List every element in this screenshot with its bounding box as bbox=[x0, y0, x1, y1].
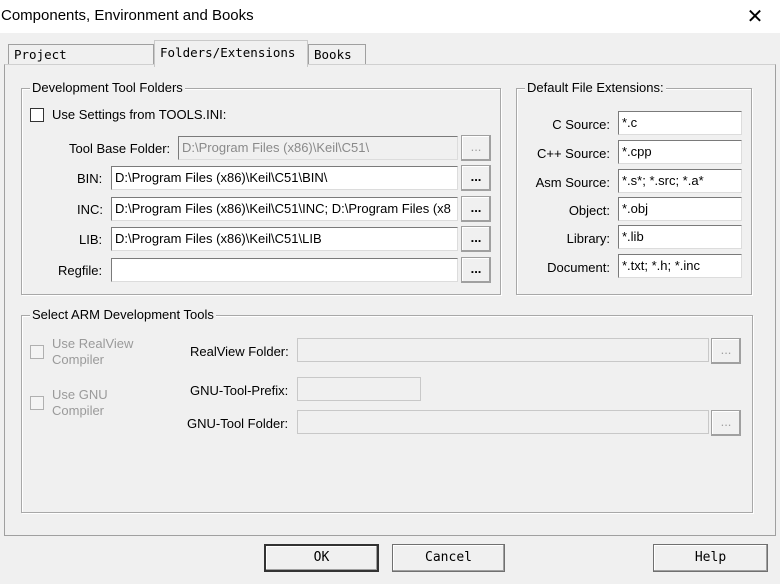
use-gnu-sub-label: Compiler bbox=[52, 403, 105, 418]
cpp-source-field[interactable]: *.cpp bbox=[618, 140, 742, 164]
use-gnu-checkbox bbox=[30, 396, 44, 410]
window-title: Components, Environment and Books bbox=[1, 7, 254, 24]
close-icon[interactable]: ✕ bbox=[742, 4, 768, 30]
cancel-button[interactable]: Cancel bbox=[392, 544, 505, 572]
lib-browse-button[interactable]: ... bbox=[461, 226, 491, 252]
object-field[interactable]: *.obj bbox=[618, 197, 742, 221]
asm-source-field[interactable]: *.s*; *.src; *.a* bbox=[618, 169, 742, 193]
title-bar: Components, Environment and Books ✕ bbox=[0, 0, 780, 33]
regfile-label: Regfile: bbox=[58, 263, 103, 278]
use-realview-sub-label: Compiler bbox=[52, 352, 105, 367]
use-realview-checkbox bbox=[30, 345, 44, 359]
use-realview-label: Use RealView bbox=[52, 336, 134, 351]
document-field[interactable]: *.txt; *.h; *.inc bbox=[618, 254, 742, 278]
tool-base-field: D:\Program Files (x86)\Keil\C51\ bbox=[178, 136, 458, 160]
bin-browse-button[interactable]: ... bbox=[461, 165, 491, 191]
help-button[interactable]: Help bbox=[653, 544, 768, 572]
lib-label: LIB: bbox=[79, 232, 103, 247]
realview-browse-button: ... bbox=[711, 338, 741, 364]
tool-base-browse-button: ... bbox=[461, 135, 491, 161]
tab-strip: Project Components Folders/Extensions Bo… bbox=[0, 40, 780, 82]
cpp-source-label: C++ Source: bbox=[537, 146, 610, 161]
bin-label: BIN: bbox=[77, 171, 103, 186]
lib-field[interactable]: D:\Program Files (x86)\Keil\C51\LIB bbox=[111, 227, 458, 251]
gnu-folder-field bbox=[297, 410, 709, 434]
library-label: Library: bbox=[566, 231, 610, 246]
document-label: Document: bbox=[547, 260, 610, 275]
gnu-prefix-field bbox=[297, 377, 421, 401]
realview-folder-label: RealView Folder: bbox=[190, 344, 289, 359]
group-label: Development Tool Folders bbox=[30, 80, 185, 95]
regfile-field[interactable] bbox=[111, 258, 458, 282]
inc-field[interactable]: D:\Program Files (x86)\Keil\C51\INC; D:\… bbox=[111, 197, 458, 221]
use-gnu-label: Use GNU bbox=[52, 387, 108, 402]
group-label: Default File Extensions: bbox=[525, 80, 666, 95]
tab-books[interactable]: Books bbox=[308, 44, 366, 66]
realview-folder-field bbox=[297, 338, 709, 362]
c-source-label: C Source: bbox=[552, 117, 610, 132]
library-field[interactable]: *.lib bbox=[618, 225, 742, 249]
group-label: Select ARM Development Tools bbox=[30, 307, 216, 322]
bin-field[interactable]: D:\Program Files (x86)\Keil\C51\BIN\ bbox=[111, 166, 458, 190]
inc-label: INC: bbox=[77, 202, 103, 217]
use-settings-checkbox[interactable] bbox=[30, 108, 44, 122]
gnu-browse-button: ... bbox=[711, 410, 741, 436]
gnu-folder-label: GNU-Tool Folder: bbox=[187, 416, 289, 431]
asm-source-label: Asm Source: bbox=[535, 175, 610, 190]
use-settings-label: Use Settings from TOOLS.INI: bbox=[52, 107, 227, 122]
regfile-browse-button[interactable]: ... bbox=[461, 257, 491, 283]
tool-base-label: Tool Base Folder: bbox=[69, 141, 171, 156]
c-source-field[interactable]: *.c bbox=[618, 111, 742, 135]
tab-project-components[interactable]: Project Components bbox=[8, 44, 154, 82]
gnu-prefix-label: GNU-Tool-Prefix: bbox=[190, 383, 289, 398]
ok-button[interactable]: OK bbox=[264, 544, 379, 572]
inc-browse-button[interactable]: ... bbox=[461, 196, 491, 222]
object-label: Object: bbox=[568, 203, 610, 218]
tab-folders-extensions[interactable]: Folders/Extensions bbox=[154, 40, 308, 67]
